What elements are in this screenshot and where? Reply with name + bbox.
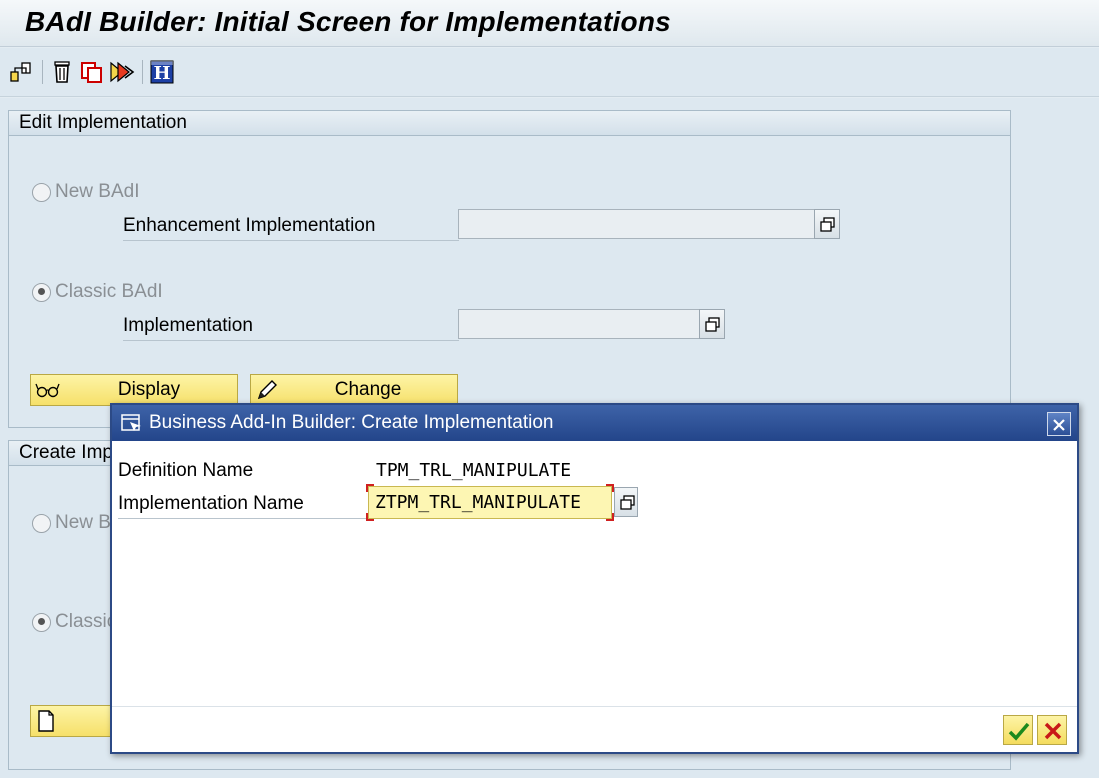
dialog-window-icon — [121, 414, 141, 431]
new-badi-label: New BAdI — [55, 181, 140, 202]
value-help-icon — [705, 317, 720, 332]
radio-button[interactable] — [32, 513, 51, 533]
definition-name-value: TPM_TRL_MANIPULATE — [376, 460, 572, 481]
implementation-name-label: Implementation Name — [118, 493, 368, 519]
implementation-value-help-button[interactable] — [699, 309, 725, 339]
required-field-marker — [366, 513, 374, 521]
enhancement-implementation-label: Enhancement Implementation — [123, 215, 459, 241]
create-icon[interactable] — [8, 58, 36, 86]
edit-implementation-group: Edit Implementation New BAdI Enhancement… — [8, 110, 1011, 428]
dialog-close-button[interactable] — [1047, 412, 1071, 436]
dialog-header: Business Add-In Builder: Create Implemen… — [112, 405, 1077, 441]
confirm-button[interactable] — [1003, 715, 1033, 745]
group-title: Edit Implementation — [9, 111, 1010, 136]
title-bar: BAdI Builder: Initial Screen for Impleme… — [0, 0, 1099, 47]
display-button-label: Display — [117, 379, 181, 400]
new-badi-radio[interactable]: New BAdI — [32, 181, 139, 203]
content-area: Edit Implementation New BAdI Enhancement… — [0, 98, 1099, 778]
value-help-icon — [820, 217, 835, 232]
delete-icon[interactable] — [48, 58, 76, 86]
create-classic-badi-radio[interactable]: Classic — [32, 611, 116, 633]
info-icon[interactable]: H — [148, 58, 176, 86]
glasses-icon — [35, 383, 60, 398]
radio-button-selected[interactable] — [32, 612, 51, 632]
create-classic-badi-label: Classic — [55, 611, 117, 632]
implementation-label: Implementation — [123, 315, 459, 341]
implementation-input[interactable] — [458, 309, 700, 339]
radio-button-selected[interactable] — [32, 282, 51, 302]
svg-text:H: H — [153, 63, 170, 84]
new-document-icon — [38, 710, 54, 732]
toolbar-separator — [42, 60, 43, 84]
pencil-icon — [257, 380, 277, 400]
enhancement-value-help-button[interactable] — [814, 209, 840, 239]
copy-icon[interactable] — [78, 58, 106, 86]
page-title: BAdI Builder: Initial Screen for Impleme… — [25, 6, 671, 37]
required-field-marker — [606, 484, 614, 492]
create-implementation-dialog: Business Add-In Builder: Create Implemen… — [110, 403, 1079, 754]
dialog-title: Business Add-In Builder: Create Implemen… — [149, 412, 554, 433]
checkmark-icon — [1008, 722, 1030, 741]
required-field-marker — [606, 513, 614, 521]
change-button[interactable]: Change — [250, 374, 458, 406]
dialog-footer — [112, 706, 1077, 752]
implementation-name-input[interactable]: ZTPM_TRL_MANIPULATE — [368, 486, 612, 519]
create-new-badi-radio[interactable]: New B — [32, 512, 111, 534]
cancel-x-icon — [1044, 722, 1062, 740]
classic-badi-label: Classic BAdI — [55, 281, 163, 302]
close-icon — [1053, 419, 1065, 431]
required-field-marker — [366, 484, 374, 492]
definition-name-label: Definition Name — [118, 460, 254, 481]
radio-button[interactable] — [32, 182, 51, 202]
create-new-badi-label: New B — [55, 512, 111, 533]
display-button[interactable]: Display — [30, 374, 238, 406]
toolbar-separator — [142, 60, 143, 84]
implementation-name-value-help-button[interactable] — [614, 487, 638, 517]
enhancement-implementation-input[interactable] — [458, 209, 815, 239]
cancel-button[interactable] — [1037, 715, 1067, 745]
application-toolbar: H — [0, 48, 1099, 97]
value-help-icon — [620, 495, 635, 510]
change-button-label: Change — [334, 379, 402, 400]
rename-icon[interactable] — [108, 58, 136, 86]
classic-badi-radio[interactable]: Classic BAdI — [32, 281, 163, 303]
dialog-body: Definition Name TPM_TRL_MANIPULATE Imple… — [112, 441, 1077, 706]
